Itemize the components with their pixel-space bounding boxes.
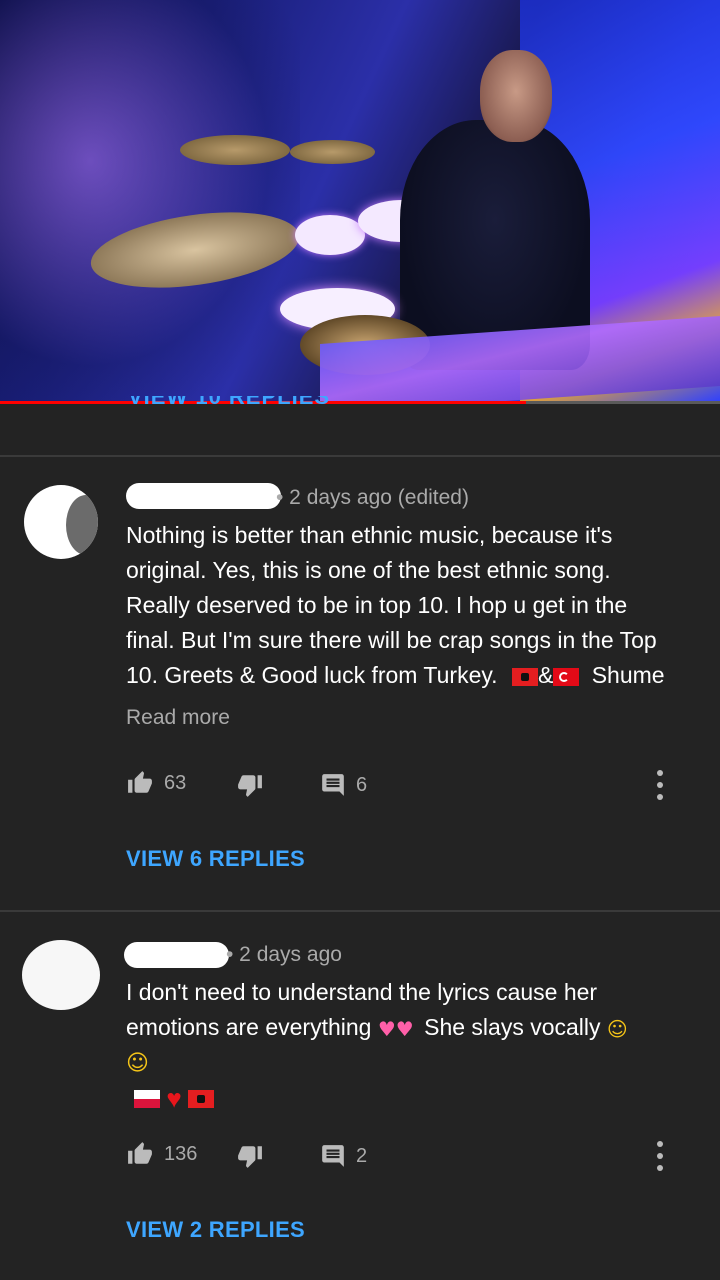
cymbal xyxy=(290,140,375,164)
avatar[interactable] xyxy=(22,940,100,1010)
more-vert-icon[interactable] xyxy=(656,770,664,800)
albania-flag-icon xyxy=(511,667,538,686)
comment-line: Nothing is better than ethnic music, bec… xyxy=(126,522,613,548)
thumbs-up-icon xyxy=(128,1142,152,1164)
view-replies-link[interactable]: VIEW 6 REPLIES xyxy=(126,846,305,872)
thumbs-up-icon xyxy=(128,771,152,793)
read-more-link[interactable]: Read more xyxy=(126,706,230,730)
comment-line: ♥ xyxy=(126,1080,696,1116)
red-heart-icon: ♥ xyxy=(166,1083,182,1114)
comment-actions: 63 6 xyxy=(126,770,686,800)
reply-icon xyxy=(322,1145,344,1167)
sunglasses-face-icon: ☺ xyxy=(606,1016,628,1041)
reply-button[interactable]: 6 xyxy=(320,772,367,798)
comment-line: ☺ xyxy=(126,1045,696,1080)
comment-line-text: 10. Greets & Good luck from Turkey. xyxy=(126,662,498,688)
avatar[interactable] xyxy=(24,485,98,559)
divider xyxy=(0,455,720,457)
username-redacted xyxy=(124,942,229,968)
username-redacted xyxy=(126,483,281,509)
dislike-button[interactable] xyxy=(236,772,264,798)
comment-line: I don't need to understand the lyrics ca… xyxy=(126,979,598,1005)
ampersand: & xyxy=(537,662,554,688)
albania-flag-icon xyxy=(188,1089,215,1108)
like-count: 136 xyxy=(164,1142,198,1165)
comment-line-text: Shume xyxy=(591,662,665,688)
more-vert-icon[interactable] xyxy=(656,1141,664,1171)
reply-count: 2 xyxy=(356,1144,368,1167)
cymbal xyxy=(180,135,290,165)
comment-line: Really deserved to be in top 10. I hop u… xyxy=(126,592,628,618)
comment-line: original. Yes, this is one of the best e… xyxy=(126,557,611,583)
comment-text: I don't need to understand the lyrics ca… xyxy=(126,975,696,1116)
reply-icon xyxy=(322,774,344,796)
comment-meta: • 2 days ago (edited) xyxy=(276,486,469,509)
two-hearts-icon: ♥♥ xyxy=(377,1016,414,1041)
like-button[interactable]: 63 xyxy=(126,770,186,796)
comment-text: Nothing is better than ethnic music, bec… xyxy=(126,518,696,693)
poland-flag-icon xyxy=(134,1089,160,1108)
comment-line-text: emotions are everything xyxy=(126,1014,372,1040)
comment-actions: 136 2 xyxy=(126,1141,686,1171)
divider xyxy=(0,910,720,912)
drum-tom xyxy=(295,215,365,255)
comment-line: 10. Greets & Good luck from Turkey. & Sh… xyxy=(126,658,696,693)
reply-button[interactable]: 2 xyxy=(320,1143,367,1169)
video-player[interactable] xyxy=(0,0,720,402)
comment-line-text: She slays vocally xyxy=(424,1014,601,1040)
turkey-flag-icon xyxy=(553,667,580,686)
like-button[interactable]: 136 xyxy=(126,1141,197,1167)
comment-line: final. But I'm sure there will be crap s… xyxy=(126,627,657,653)
reply-count: 6 xyxy=(356,773,368,796)
stage-lights xyxy=(0,0,300,402)
view-replies-link[interactable]: VIEW 2 REPLIES xyxy=(126,1217,305,1243)
comment-line: emotions are everything ♥♥ She slays voc… xyxy=(126,1010,696,1045)
like-count: 63 xyxy=(164,771,187,794)
heart-eyes-cat-icon: ☺ xyxy=(126,1050,149,1076)
thumbs-down-icon xyxy=(238,775,262,797)
dislike-button[interactable] xyxy=(236,1143,264,1169)
drummer-head xyxy=(480,50,552,142)
thumbs-down-icon xyxy=(238,1146,262,1168)
avatar-shade xyxy=(66,495,98,555)
comment-meta: • 2 days ago xyxy=(226,943,342,966)
